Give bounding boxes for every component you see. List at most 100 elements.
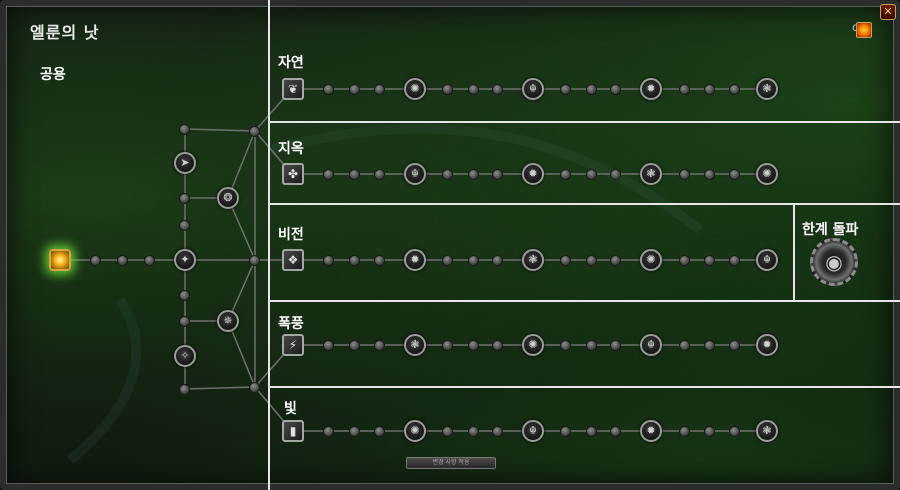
apply-changes-button[interactable]: 변경 사항 적용 <box>406 457 496 469</box>
section-major-trait-node[interactable]: ✹ <box>522 163 544 185</box>
section-major-trait-node[interactable]: ☬ <box>640 334 662 356</box>
section-trait-node[interactable] <box>586 84 597 95</box>
section-major-trait-node[interactable]: ✺ <box>756 163 778 185</box>
light-spell-icon[interactable]: ▮ <box>282 420 304 442</box>
section-trait-node[interactable] <box>679 426 690 437</box>
section-major-trait-node[interactable]: ☬ <box>404 163 426 185</box>
section-trait-node[interactable] <box>679 169 690 180</box>
limit-break-eye-icon[interactable]: ◉ <box>810 238 858 286</box>
nature-spell-icon[interactable]: ❦ <box>282 78 304 100</box>
section-trait-node[interactable] <box>349 340 360 351</box>
section-trait-node[interactable] <box>349 426 360 437</box>
section-trait-node[interactable] <box>323 426 334 437</box>
general-trait-node[interactable] <box>90 255 101 266</box>
section-trait-node[interactable] <box>492 84 503 95</box>
section-trait-node[interactable] <box>729 255 740 266</box>
section-trait-node[interactable] <box>586 169 597 180</box>
fel-spell-icon[interactable]: ✤ <box>282 163 304 185</box>
general-trait-node[interactable] <box>249 382 260 393</box>
section-trait-node[interactable] <box>729 340 740 351</box>
section-major-trait-node[interactable]: ❃ <box>522 249 544 271</box>
section-trait-node[interactable] <box>560 426 571 437</box>
section-major-trait-node[interactable]: ☬ <box>522 420 544 442</box>
section-trait-node[interactable] <box>374 84 385 95</box>
section-trait-node[interactable] <box>323 340 334 351</box>
section-trait-node[interactable] <box>323 169 334 180</box>
section-trait-node[interactable] <box>729 84 740 95</box>
section-trait-node[interactable] <box>442 169 453 180</box>
section-major-trait-node[interactable]: ✹ <box>756 334 778 356</box>
section-trait-node[interactable] <box>468 426 479 437</box>
section-trait-node[interactable] <box>323 84 334 95</box>
section-trait-node[interactable] <box>442 340 453 351</box>
section-trait-node[interactable] <box>610 84 621 95</box>
section-major-trait-node[interactable]: ✺ <box>640 249 662 271</box>
section-trait-node[interactable] <box>468 340 479 351</box>
section-trait-node[interactable] <box>492 340 503 351</box>
general-trait-node[interactable] <box>249 255 260 266</box>
general-trait-node[interactable] <box>117 255 128 266</box>
section-trait-node[interactable] <box>468 255 479 266</box>
section-trait-node[interactable] <box>704 169 715 180</box>
section-trait-node[interactable] <box>586 426 597 437</box>
storm-spell-icon[interactable]: ⚡ <box>282 334 304 356</box>
section-trait-node[interactable] <box>560 340 571 351</box>
section-trait-node[interactable] <box>468 169 479 180</box>
section-major-trait-node[interactable]: ✹ <box>640 78 662 100</box>
general-major-trait-node[interactable]: ❂ <box>217 187 239 209</box>
section-major-trait-node[interactable]: ✺ <box>404 420 426 442</box>
section-trait-node[interactable] <box>442 84 453 95</box>
section-major-trait-node[interactable]: ☬ <box>522 78 544 100</box>
section-trait-node[interactable] <box>729 426 740 437</box>
general-major-trait-node[interactable]: ✦ <box>174 249 196 271</box>
section-major-trait-node[interactable]: ✹ <box>640 420 662 442</box>
general-trait-node[interactable] <box>179 193 190 204</box>
section-trait-node[interactable] <box>374 426 385 437</box>
section-trait-node[interactable] <box>729 169 740 180</box>
close-button[interactable]: ✕ <box>880 4 896 20</box>
general-major-trait-node[interactable]: ✧ <box>174 345 196 367</box>
section-trait-node[interactable] <box>349 169 360 180</box>
general-trait-node[interactable] <box>179 124 190 135</box>
section-trait-node[interactable] <box>492 169 503 180</box>
section-trait-node[interactable] <box>610 255 621 266</box>
section-major-trait-node[interactable]: ✺ <box>404 78 426 100</box>
section-trait-node[interactable] <box>374 169 385 180</box>
section-trait-node[interactable] <box>442 426 453 437</box>
section-trait-node[interactable] <box>323 255 334 266</box>
general-trait-node[interactable] <box>179 384 190 395</box>
section-trait-node[interactable] <box>610 426 621 437</box>
section-trait-node[interactable] <box>492 255 503 266</box>
section-major-trait-node[interactable]: ❃ <box>756 78 778 100</box>
section-trait-node[interactable] <box>468 84 479 95</box>
section-trait-node[interactable] <box>704 255 715 266</box>
section-trait-node[interactable] <box>586 255 597 266</box>
section-trait-node[interactable] <box>374 255 385 266</box>
section-trait-node[interactable] <box>586 340 597 351</box>
section-trait-node[interactable] <box>349 84 360 95</box>
section-trait-node[interactable] <box>560 169 571 180</box>
root-trait-node[interactable] <box>49 249 71 271</box>
section-major-trait-node[interactable]: ✹ <box>404 249 426 271</box>
section-trait-node[interactable] <box>560 255 571 266</box>
general-major-trait-node[interactable]: ➤ <box>174 152 196 174</box>
section-trait-node[interactable] <box>704 340 715 351</box>
section-trait-node[interactable] <box>492 426 503 437</box>
section-major-trait-node[interactable]: ❃ <box>404 334 426 356</box>
general-trait-node[interactable] <box>179 220 190 231</box>
section-trait-node[interactable] <box>704 426 715 437</box>
general-trait-node[interactable] <box>179 290 190 301</box>
section-major-trait-node[interactable]: ☬ <box>756 249 778 271</box>
arcane-spell-icon[interactable]: ❖ <box>282 249 304 271</box>
section-trait-node[interactable] <box>349 255 360 266</box>
section-trait-node[interactable] <box>560 84 571 95</box>
general-major-trait-node[interactable]: ✵ <box>217 310 239 332</box>
section-trait-node[interactable] <box>374 340 385 351</box>
section-trait-node[interactable] <box>704 84 715 95</box>
section-major-trait-node[interactable]: ❃ <box>640 163 662 185</box>
section-major-trait-node[interactable]: ❃ <box>756 420 778 442</box>
section-trait-node[interactable] <box>679 340 690 351</box>
section-trait-node[interactable] <box>679 255 690 266</box>
general-trait-node[interactable] <box>144 255 155 266</box>
section-trait-node[interactable] <box>679 84 690 95</box>
